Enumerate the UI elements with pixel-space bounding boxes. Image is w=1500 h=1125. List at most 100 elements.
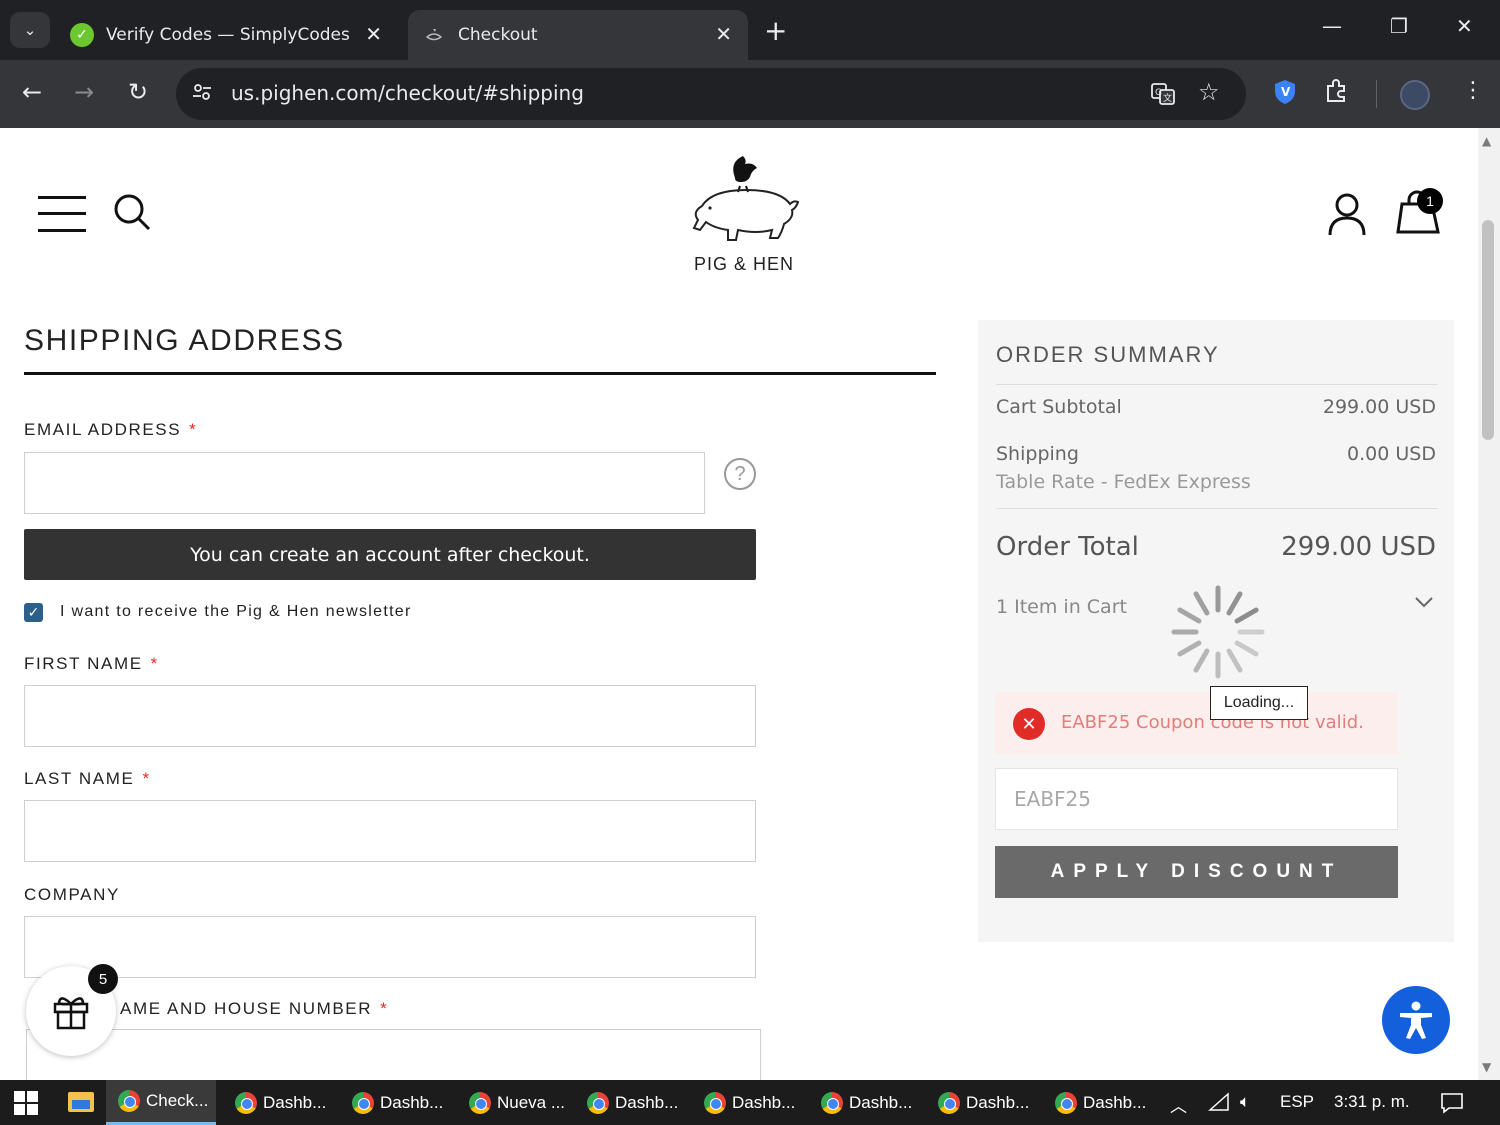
language-indicator[interactable]: ESP: [1280, 1092, 1314, 1112]
discount-code-input[interactable]: EABF25: [995, 768, 1398, 830]
forward-arrow-icon[interactable]: →: [74, 78, 94, 106]
spinner-spoke: [1234, 607, 1259, 624]
newsletter-label[interactable]: I want to receive the Pig & Hen newslett…: [60, 603, 412, 621]
more-menu-icon[interactable]: ⋮: [1462, 78, 1484, 103]
tab-title: Checkout: [458, 25, 538, 45]
taskbar-item-chrome[interactable]: Dashb...: [575, 1080, 685, 1125]
required-asterisk: *: [142, 769, 151, 788]
required-asterisk: *: [150, 654, 159, 673]
svg-text:V: V: [1281, 85, 1291, 99]
accessibility-person-icon: [1400, 1001, 1432, 1039]
company-input[interactable]: [24, 916, 756, 978]
heading-divider: [24, 372, 936, 375]
scroll-down-arrow-icon[interactable]: ▼: [1482, 1060, 1491, 1074]
required-asterisk: *: [380, 999, 389, 1018]
chrome-icon: [704, 1091, 726, 1114]
pig-hen-favicon: [422, 23, 446, 47]
first-name-input[interactable]: [24, 685, 756, 747]
menu-hamburger-icon[interactable]: [38, 194, 86, 234]
tray-chevron-up-icon[interactable]: ︿: [1170, 1092, 1187, 1117]
street-label: AME AND HOUSE NUMBER *: [120, 999, 389, 1018]
extension-shield-icon[interactable]: V: [1272, 78, 1298, 112]
company-label: COMPANY: [24, 885, 120, 904]
taskbar-item-chrome[interactable]: Dashb...: [340, 1080, 450, 1125]
taskbar-item-chrome[interactable]: Dashb...: [1043, 1080, 1153, 1125]
taskbar-item-chrome[interactable]: Dashb...: [809, 1080, 919, 1125]
spinner-spoke: [1234, 640, 1259, 657]
back-arrow-icon[interactable]: ←: [22, 78, 42, 106]
help-question-icon[interactable]: ?: [724, 458, 756, 490]
newsletter-checkbox[interactable]: ✓: [24, 603, 43, 622]
toolbar-divider: [1376, 80, 1377, 108]
spinner-spoke: [1226, 648, 1243, 673]
taskbar-item-chrome[interactable]: Dashb...: [223, 1080, 333, 1125]
pig-hen-logo[interactable]: PIG & HEN: [680, 150, 800, 280]
extensions-puzzle-icon[interactable]: [1324, 78, 1350, 110]
volume-icon[interactable]: 🔈︎: [1240, 1092, 1250, 1112]
profile-avatar-icon[interactable]: [1400, 80, 1430, 110]
shipping-label: Shipping: [996, 443, 1079, 465]
simplycodes-check-icon: ✓: [70, 23, 94, 47]
reload-icon[interactable]: ↻: [128, 78, 148, 106]
address-bar[interactable]: us.pighen.com/checkout/#shipping G文 ☆: [176, 68, 1246, 120]
chrome-icon: [821, 1091, 843, 1114]
chrome-icon: [938, 1091, 960, 1114]
tab-search-button[interactable]: ⌄: [10, 12, 50, 48]
subtotal-value: 299.00 USD: [1322, 396, 1436, 418]
close-tab-icon[interactable]: ✕: [715, 22, 732, 46]
checkout-page: PIG & HEN 1 SHIPPING ADDRESS EMAIL ADDRE…: [0, 128, 1478, 1080]
page-scrollbar[interactable]: ▲ ▼: [1478, 128, 1500, 1080]
summary-divider: [996, 384, 1438, 385]
chrome-icon: [235, 1091, 257, 1114]
spinner-spoke: [1193, 648, 1210, 673]
svg-text:G: G: [1155, 88, 1162, 98]
site-settings-icon[interactable]: [192, 82, 212, 107]
shipping-value: 0.00 USD: [1347, 443, 1436, 465]
search-icon[interactable]: [112, 192, 152, 232]
last-name-input[interactable]: [24, 800, 756, 862]
error-x-icon: ✕: [1013, 708, 1045, 740]
taskbar-item-chrome[interactable]: Nueva ...: [457, 1080, 567, 1125]
email-input[interactable]: [24, 452, 705, 514]
tab-title: Verify Codes — SimplyCodes: [106, 25, 350, 45]
taskbar-item-chrome[interactable]: Dashb...: [926, 1080, 1036, 1125]
taskbar-item-chrome[interactable]: Check...: [106, 1080, 216, 1125]
url-text[interactable]: us.pighen.com/checkout/#shipping: [231, 81, 584, 105]
clock[interactable]: 3:31 p. m.: [1334, 1092, 1410, 1112]
checkmark-icon: ✓: [27, 604, 40, 621]
cart-count-badge: 1: [1417, 188, 1443, 214]
minimize-icon[interactable]: —: [1322, 14, 1342, 38]
spinner-spoke: [1193, 591, 1210, 616]
spinner-spoke: [1177, 640, 1202, 657]
scroll-up-arrow-icon[interactable]: ▲: [1482, 134, 1491, 148]
wifi-icon[interactable]: [1208, 1092, 1230, 1117]
spinner-spoke: [1226, 591, 1243, 616]
tab-simplycodes[interactable]: ✓ Verify Codes — SimplyCodes ✕: [56, 10, 398, 60]
restore-window-icon[interactable]: ❐: [1390, 14, 1408, 38]
accessibility-button[interactable]: [1382, 986, 1450, 1054]
notifications-icon[interactable]: [1440, 1092, 1464, 1119]
chevron-down-icon[interactable]: [1412, 590, 1436, 614]
chrome-icon: [1055, 1091, 1077, 1114]
scrollbar-thumb[interactable]: [1482, 220, 1494, 440]
shipping-method: Table Rate - FedEx Express: [996, 471, 1251, 493]
close-window-icon[interactable]: ✕: [1456, 14, 1473, 38]
chrome-icon: [118, 1090, 140, 1112]
order-summary-panel: ORDER SUMMARY Cart Subtotal 299.00 USD S…: [978, 320, 1454, 942]
close-tab-icon[interactable]: ✕: [365, 22, 382, 46]
bookmark-star-icon[interactable]: ☆: [1198, 78, 1220, 106]
taskbar-item-chrome[interactable]: Dashb...: [692, 1080, 802, 1125]
tab-checkout[interactable]: Checkout ✕: [408, 10, 748, 60]
street-input[interactable]: [26, 1029, 761, 1080]
account-person-icon[interactable]: [1326, 192, 1368, 236]
translate-icon[interactable]: G文: [1150, 81, 1176, 113]
items-in-cart-toggle[interactable]: 1 Item in Cart: [996, 596, 1127, 618]
browser-tab-bar: ⌄ ✓ Verify Codes — SimplyCodes ✕ Checkou…: [0, 0, 1500, 60]
windows-start-icon[interactable]: [14, 1091, 38, 1115]
new-tab-plus-icon[interactable]: +: [764, 14, 787, 47]
shipping-address-heading: SHIPPING ADDRESS: [24, 324, 345, 357]
file-explorer-icon[interactable]: [68, 1092, 94, 1112]
chrome-icon: [587, 1091, 609, 1114]
required-asterisk: *: [189, 420, 198, 439]
apply-discount-button[interactable]: APPLY DISCOUNT: [995, 846, 1398, 898]
